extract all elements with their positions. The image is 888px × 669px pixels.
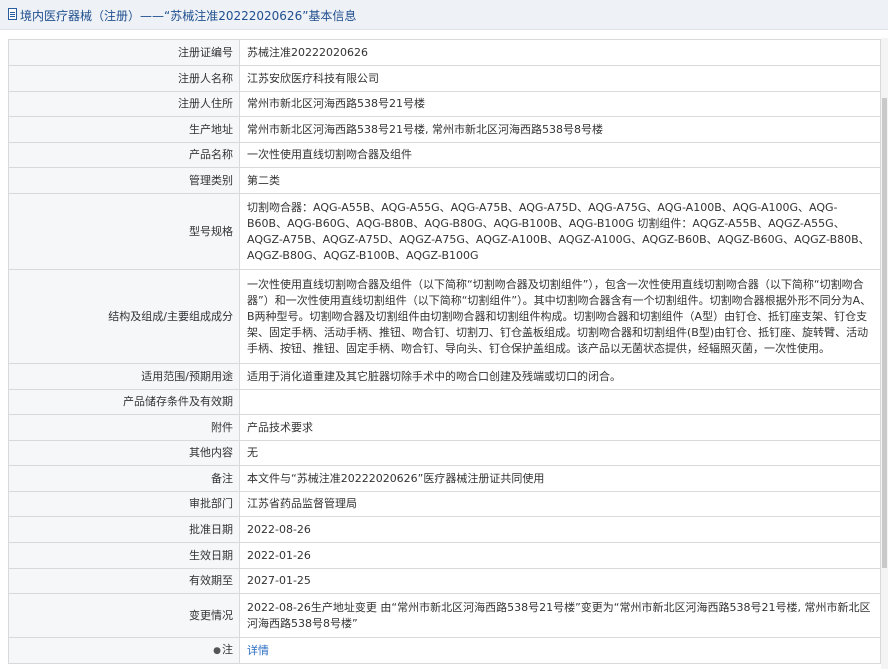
label-expiry-date: 有效期至 [8, 568, 240, 594]
value-intended-use: 适用于消化道重建及其它脏器切除手术中的吻合口创建及残端或切口的闭合。 [239, 363, 881, 390]
value-production-address: 常州市新北区河海西路538号21号楼, 常州市新北区河海西路538号8号楼 [239, 116, 881, 143]
label-intended-use: 适用范围/预期用途 [8, 363, 240, 390]
row-attachment: 附件 产品技术要求 [8, 414, 881, 441]
label-storage-conditions: 产品储存条件及有效期 [8, 389, 240, 415]
value-product-name: 一次性使用直线切割吻合器及组件 [239, 142, 881, 168]
value-reg-no: 苏械注准20222020626 [239, 39, 881, 66]
label-note: ●注 [8, 637, 240, 664]
label-change-history: 变更情况 [8, 593, 240, 638]
label-reg-no: 注册证编号 [8, 39, 240, 66]
pin-icon: ● [213, 646, 221, 656]
value-attachment: 产品技术要求 [239, 414, 881, 441]
row-remarks: 备注 本文件与“苏械注准20222020626”医疗器械注册证共同使用 [8, 465, 881, 492]
row-registrant-name: 注册人名称 江苏安欣医疗科技有限公司 [8, 65, 881, 92]
row-note: ●注 详情 [8, 637, 881, 664]
label-approval-date: 批准日期 [8, 516, 240, 543]
value-registrant-address: 常州市新北区河海西路538号21号楼 [239, 91, 881, 117]
row-expiry-date: 有效期至 2027-01-25 [8, 568, 881, 594]
row-model-spec: 型号规格 切割吻合器：AQG-A55B、AQG-A55G、AQG-A75B、AQ… [8, 193, 881, 270]
page-title: 境内医疗器械（注册）——“苏械注准20222020626”基本信息 [20, 9, 357, 23]
row-reg-no: 注册证编号 苏械注准20222020626 [8, 39, 881, 66]
label-effective-date: 生效日期 [8, 542, 240, 569]
value-model-spec: 切割吻合器：AQG-A55B、AQG-A55G、AQG-A75B、AQG-A75… [239, 193, 881, 270]
label-management-class: 管理类别 [8, 167, 240, 194]
row-effective-date: 生效日期 2022-01-26 [8, 542, 881, 569]
page-header: 境内医疗器械（注册）——“苏械注准20222020626”基本信息 [0, 0, 888, 30]
note-label: 注 [222, 643, 233, 656]
details-link[interactable]: 详情 [247, 644, 269, 657]
row-intended-use: 适用范围/预期用途 适用于消化道重建及其它脏器切除手术中的吻合口创建及残端或切口… [8, 363, 881, 390]
row-structure-composition: 结构及组成/主要组成成分 一次性使用直线切割吻合器及组件（以下简称“切割吻合器及… [8, 269, 881, 364]
label-registrant-address: 注册人住所 [8, 91, 240, 117]
value-effective-date: 2022-01-26 [239, 542, 881, 569]
value-change-history: 2022-08-26生产地址变更 由“常州市新北区河海西路538号21号楼”变更… [239, 593, 881, 638]
value-remarks: 本文件与“苏械注准20222020626”医疗器械注册证共同使用 [239, 465, 881, 492]
label-attachment: 附件 [8, 414, 240, 441]
label-production-address: 生产地址 [8, 116, 240, 143]
value-storage-conditions [239, 389, 881, 415]
row-storage-conditions: 产品储存条件及有效期 [8, 389, 881, 415]
label-product-name: 产品名称 [8, 142, 240, 168]
value-note: 详情 [239, 637, 881, 664]
label-approval-dept: 审批部门 [8, 491, 240, 517]
row-approval-dept: 审批部门 江苏省药品监督管理局 [8, 491, 881, 517]
row-production-address: 生产地址 常州市新北区河海西路538号21号楼, 常州市新北区河海西路538号8… [8, 116, 881, 143]
value-approval-dept: 江苏省药品监督管理局 [239, 491, 881, 517]
value-approval-date: 2022-08-26 [239, 516, 881, 543]
scrollbar-thumb[interactable] [882, 98, 887, 568]
label-other-content: 其他内容 [8, 440, 240, 466]
row-change-history: 变更情况 2022-08-26生产地址变更 由“常州市新北区河海西路538号21… [8, 593, 881, 638]
label-registrant-name: 注册人名称 [8, 65, 240, 92]
label-model-spec: 型号规格 [8, 193, 240, 270]
row-registrant-address: 注册人住所 常州市新北区河海西路538号21号楼 [8, 91, 881, 117]
value-expiry-date: 2027-01-25 [239, 568, 881, 594]
row-approval-date: 批准日期 2022-08-26 [8, 516, 881, 543]
value-other-content: 无 [239, 440, 881, 466]
row-other-content: 其他内容 无 [8, 440, 881, 466]
value-registrant-name: 江苏安欣医疗科技有限公司 [239, 65, 881, 92]
label-structure-composition: 结构及组成/主要组成成分 [8, 269, 240, 364]
document-icon [8, 8, 17, 20]
row-product-name: 产品名称 一次性使用直线切割吻合器及组件 [8, 142, 881, 168]
value-structure-composition: 一次性使用直线切割吻合器及组件（以下简称“切割吻合器及切割组件”），包含一次性使… [239, 269, 881, 364]
row-management-class: 管理类别 第二类 [8, 167, 881, 194]
value-management-class: 第二类 [239, 167, 881, 194]
info-table: 注册证编号 苏械注准20222020626 注册人名称 江苏安欣医疗科技有限公司… [8, 39, 881, 664]
label-remarks: 备注 [8, 465, 240, 492]
